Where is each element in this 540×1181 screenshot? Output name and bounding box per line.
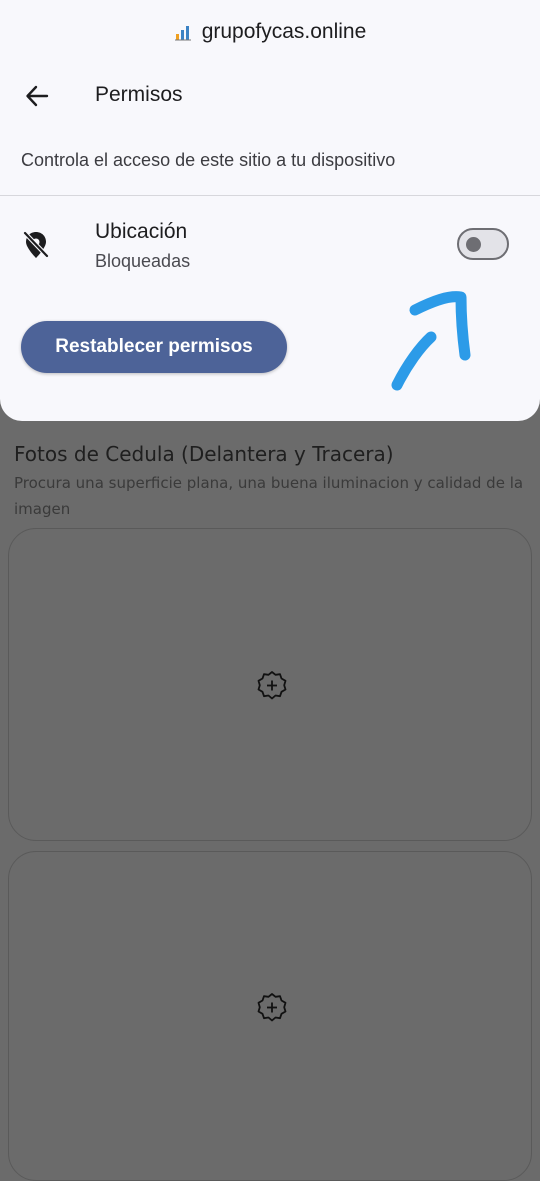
divider bbox=[0, 195, 540, 196]
permissions-sheet: grupofycas.online Permisos Controla el a… bbox=[0, 0, 540, 421]
permission-status: Bloqueadas bbox=[95, 251, 191, 271]
section-subtitle: Procura una superficie plana, una buena … bbox=[14, 474, 524, 518]
sheet-description: Controla el acceso de este sitio a tu di… bbox=[21, 150, 396, 170]
arrow-left-icon[interactable] bbox=[24, 83, 50, 109]
hand-drawn-arrow-annotation bbox=[391, 291, 471, 391]
sheet-title: Permisos bbox=[95, 83, 183, 106]
back-button[interactable] bbox=[18, 78, 56, 114]
location-toggle[interactable] bbox=[457, 228, 509, 260]
section-title: Fotos de Cedula (Delantera y Tracera) bbox=[14, 442, 394, 466]
bar-chart-icon bbox=[174, 26, 191, 41]
reset-permissions-button[interactable]: Restablecer permisos bbox=[21, 321, 287, 373]
upload-slot-back[interactable] bbox=[8, 851, 532, 1181]
toggle-knob bbox=[466, 237, 481, 252]
upload-slot-front[interactable] bbox=[8, 528, 532, 841]
permission-name: Ubicación bbox=[95, 220, 188, 243]
url-bar: grupofycas.online bbox=[0, 0, 540, 64]
location-off-icon bbox=[22, 230, 50, 259]
add-circle-icon[interactable] bbox=[255, 669, 289, 703]
url-text: grupofycas.online bbox=[201, 20, 367, 43]
add-circle-icon[interactable] bbox=[255, 991, 289, 1025]
